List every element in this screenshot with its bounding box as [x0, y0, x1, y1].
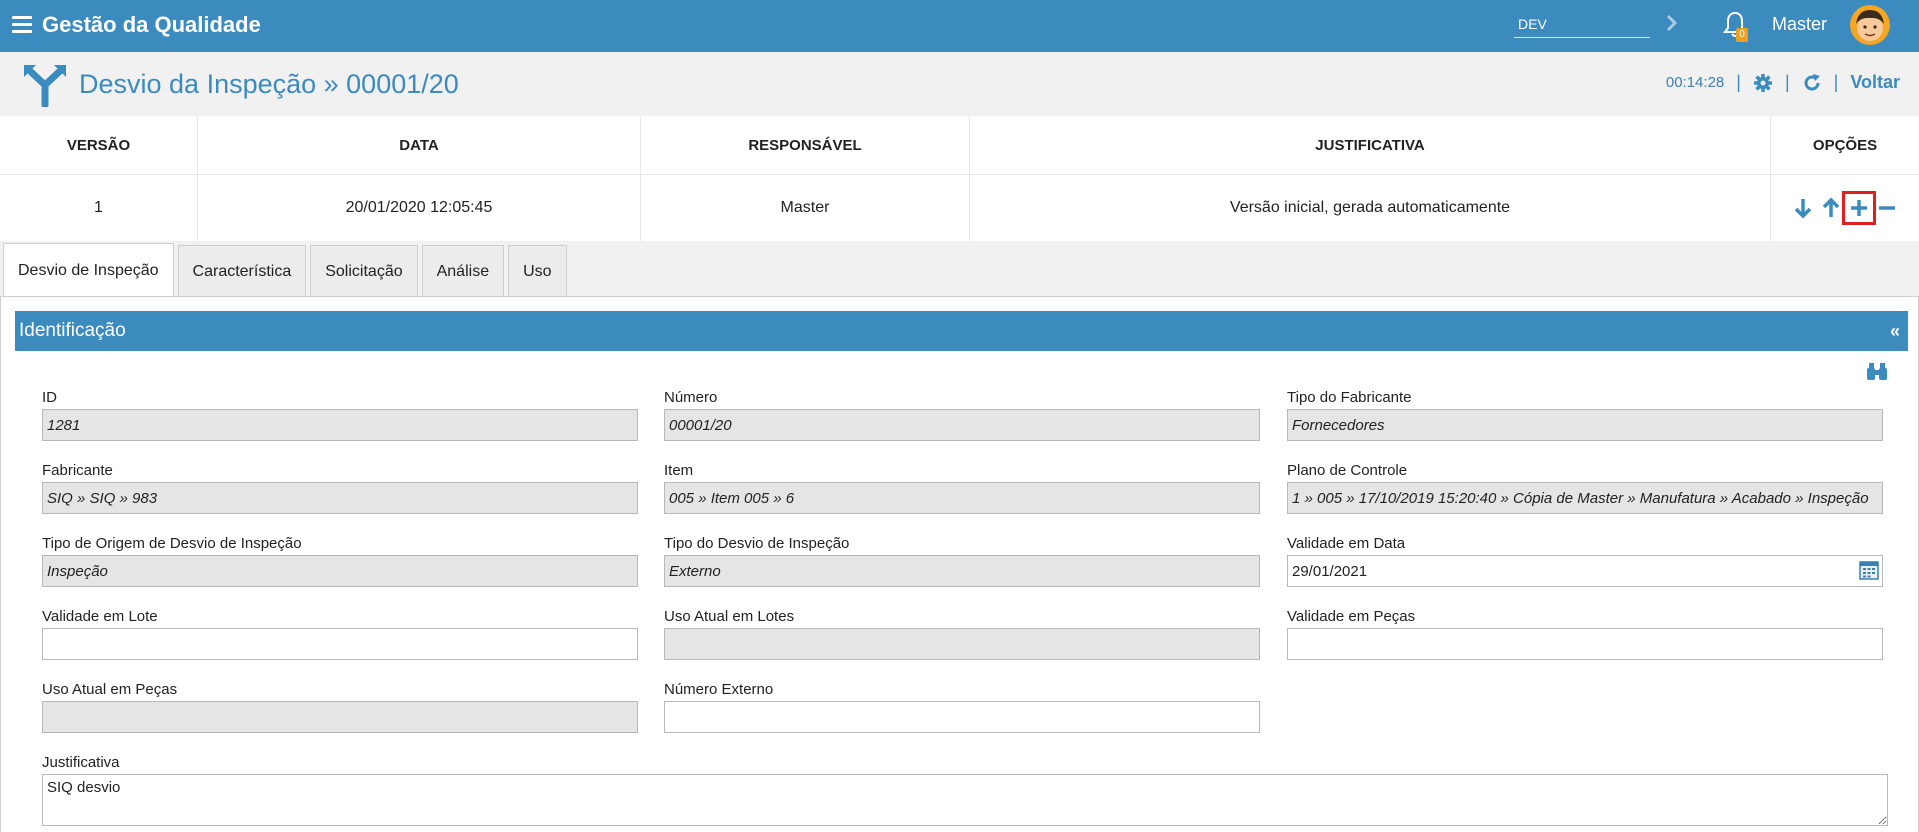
uso-atual-lotes-field[interactable] [664, 628, 1260, 660]
tab-caracteristica[interactable]: Característica [177, 245, 307, 297]
numero-externo-field[interactable] [664, 701, 1260, 733]
arrow-down-icon[interactable] [1791, 196, 1815, 220]
notification-count-badge: 0 [1736, 28, 1748, 42]
chevron-right-icon[interactable] [1662, 10, 1682, 36]
label-uso-atual-pecas: Uso Atual em Peças [42, 681, 178, 698]
justificativa-textarea[interactable]: SIQ desvio [42, 774, 1888, 826]
section-header-identificacao[interactable]: Identificação « [15, 311, 1908, 351]
section-title: Identificação [19, 320, 126, 341]
fabricante-field[interactable] [42, 482, 638, 514]
label-tipo-fabricante: Tipo do Fabricante [1287, 389, 1412, 406]
separator: | [1833, 72, 1839, 92]
label-uso-atual-lotes: Uso Atual em Lotes [664, 608, 795, 625]
cell-responsible: Master [640, 174, 970, 241]
tab-desvio-inspecao[interactable]: Desvio de Inspeção [3, 243, 174, 297]
table-row[interactable]: 1 20/01/2020 12:05:45 Master Versão inic… [0, 174, 1919, 242]
label-validade-lote: Validade em Lote [42, 608, 158, 625]
label-plano-controle: Plano de Controle [1287, 462, 1408, 479]
cell-version: 1 [0, 174, 198, 241]
validade-data-field[interactable] [1287, 555, 1883, 587]
item-field[interactable] [664, 482, 1260, 514]
header-actions: 00:14:28 | | | Voltar [1666, 72, 1900, 93]
tab-analise[interactable]: Análise [421, 245, 505, 297]
uso-atual-pecas-field[interactable] [42, 701, 638, 733]
label-numero: Número [664, 389, 718, 406]
column-header-responsible: RESPONSÁVEL [640, 116, 970, 175]
id-field[interactable] [42, 409, 638, 441]
column-header-justification: JUSTIFICATIVA [969, 116, 1771, 175]
binoculars-icon[interactable] [1866, 360, 1888, 382]
separator: | [1784, 72, 1790, 92]
label-validade-data: Validade em Data [1287, 535, 1406, 552]
page-title: Desvio da Inspeção » 00001/20 [79, 69, 459, 99]
environment-select[interactable] [1514, 10, 1650, 38]
numero-field[interactable] [664, 409, 1260, 441]
tipo-desvio-field[interactable] [664, 555, 1260, 587]
user-name[interactable]: Master [1772, 14, 1827, 35]
label-id: ID [42, 389, 57, 406]
fork-arrow-icon [24, 65, 66, 107]
tipo-origem-field[interactable] [42, 555, 638, 587]
cell-date: 20/01/2020 12:05:45 [197, 174, 641, 241]
plano-controle-field[interactable] [1287, 482, 1883, 514]
tab-bar: Desvio de Inspeção Característica Solici… [3, 243, 567, 297]
table-header-row: VERSÃO DATA RESPONSÁVEL JUSTIFICATIVA OP… [0, 116, 1919, 175]
gear-icon[interactable] [1753, 73, 1773, 93]
arrow-up-icon[interactable] [1819, 196, 1843, 220]
form-panel: Identificação « ID Número Tipo do Fabric… [0, 296, 1919, 832]
label-item: Item [664, 462, 694, 479]
back-link[interactable]: Voltar [1850, 72, 1900, 93]
tab-solicitacao[interactable]: Solicitação [310, 245, 418, 297]
separator: | [1736, 72, 1741, 92]
session-timer: 00:14:28 [1665, 74, 1725, 91]
label-fabricante: Fabricante [42, 462, 113, 479]
collapse-toggle[interactable]: « [1890, 311, 1900, 351]
column-header-date: DATA [197, 116, 641, 175]
versions-table: VERSÃO DATA RESPONSÁVEL JUSTIFICATIVA OP… [0, 116, 1919, 241]
page-header: Desvio da Inspeção » 00001/20 00:14:28 |… [0, 52, 1919, 116]
calendar-icon[interactable] [1859, 560, 1879, 580]
label-numero-externo: Número Externo [664, 681, 774, 698]
refresh-icon[interactable] [1802, 73, 1822, 93]
validade-pecas-field[interactable] [1287, 628, 1883, 660]
column-header-options: OPÇÕES [1770, 116, 1919, 175]
top-bar: Gestão da Qualidade 0 Master [0, 0, 1919, 52]
label-justificativa: Justificativa [42, 754, 120, 771]
tipo-fabricante-field[interactable] [1287, 409, 1883, 441]
minus-icon[interactable] [1875, 196, 1899, 220]
column-header-version: VERSÃO [0, 116, 198, 175]
tab-uso[interactable]: Uso [508, 245, 567, 297]
plus-icon[interactable] [1842, 191, 1876, 225]
hamburger-menu-icon[interactable] [12, 16, 32, 34]
label-tipo-desvio: Tipo do Desvio de Inspeção [664, 535, 850, 552]
user-avatar[interactable] [1849, 4, 1891, 46]
label-tipo-origem: Tipo de Origem de Desvio de Inspeção [42, 535, 302, 552]
app-title: Gestão da Qualidade [42, 12, 261, 37]
cell-options [1771, 175, 1919, 242]
validade-lote-field[interactable] [42, 628, 638, 660]
cell-justification: Versão inicial, gerada automaticamente [969, 174, 1771, 241]
label-validade-pecas: Validade em Peças [1287, 608, 1416, 625]
